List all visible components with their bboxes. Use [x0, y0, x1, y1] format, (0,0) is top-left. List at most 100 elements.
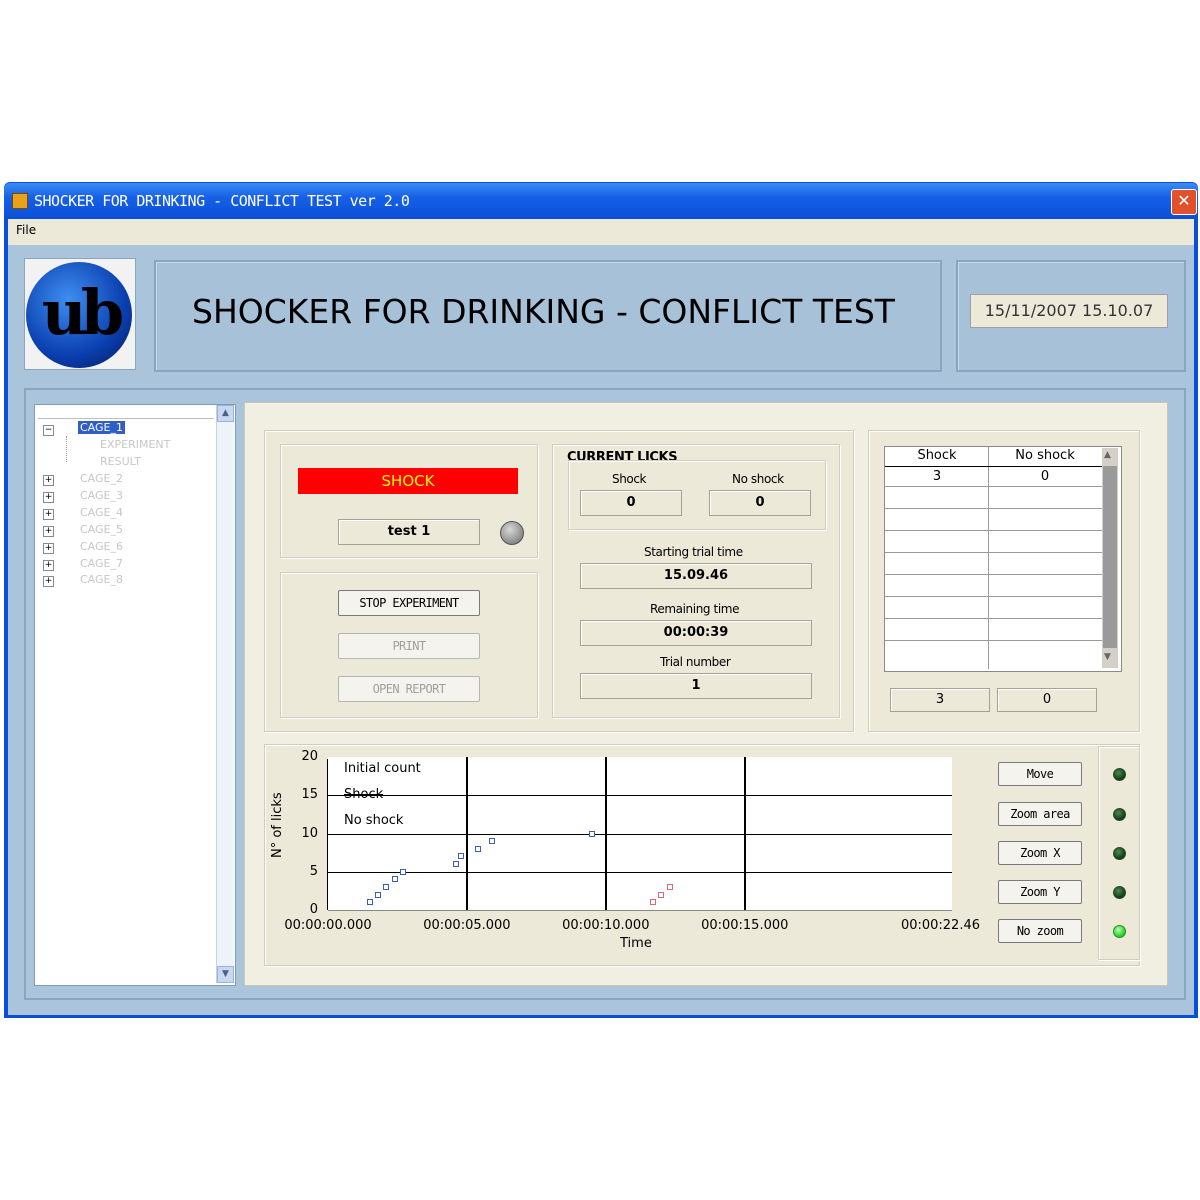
remaining-time-value: 00:00:39 [580, 620, 812, 646]
zoom-y-button[interactable]: Zoom Y [998, 880, 1082, 904]
no-zoom-button[interactable]: No zoom [998, 919, 1082, 943]
data-point [650, 899, 657, 906]
app-icon [12, 193, 28, 209]
expand-icon[interactable]: + [43, 560, 54, 571]
data-point [391, 876, 398, 883]
table-divider [885, 466, 1102, 467]
expand-icon[interactable]: + [43, 509, 54, 520]
x-tick-label: 00:00:05.000 [423, 918, 511, 933]
data-point [666, 884, 673, 891]
table-divider [885, 530, 1102, 531]
licks-shock-value: 0 [580, 490, 682, 516]
legend-initial-count: Initial count [344, 761, 421, 776]
tree-item-cage-2[interactable]: CAGE_2 [80, 472, 123, 485]
page-title: SHOCKER FOR DRINKING - CONFLICT TEST [192, 292, 895, 331]
table-divider [885, 574, 1102, 575]
y-gridline [328, 795, 952, 797]
data-point [383, 884, 390, 891]
x-axis-label: Time [620, 936, 652, 951]
menu-file[interactable]: File [16, 223, 36, 237]
table-divider [885, 508, 1102, 509]
scroll-down-icon[interactable]: ▼ [1104, 652, 1111, 662]
tree-connector [66, 436, 68, 462]
y-axis-line [327, 759, 328, 910]
trial-number-label: Trial number [660, 655, 731, 669]
scroll-down-icon[interactable]: ▼ [217, 966, 234, 983]
no-zoom-led [1113, 925, 1126, 938]
expand-icon[interactable]: + [43, 475, 54, 486]
y-gridline [328, 871, 952, 873]
menu-bar [8, 219, 1194, 245]
licks-shock-label: Shock [612, 472, 647, 486]
legend-shock: Shock [344, 787, 384, 802]
tree-item-experiment[interactable]: EXPERIMENT [100, 438, 170, 451]
data-point [588, 830, 595, 837]
move-led [1113, 768, 1126, 781]
shock-indicator: SHOCK [298, 468, 518, 494]
table-divider [988, 447, 989, 669]
trial-number-value: 1 [580, 673, 812, 699]
tree-item-cage-7[interactable]: CAGE_7 [80, 557, 123, 570]
y-tick-label: 10 [301, 825, 318, 841]
table-divider [885, 552, 1102, 553]
expand-icon[interactable]: + [43, 526, 54, 537]
data-point [366, 899, 373, 906]
data-point [452, 861, 459, 868]
collapse-icon[interactable]: − [43, 425, 54, 436]
stop-experiment-button[interactable]: STOP EXPERIMENT [338, 590, 480, 616]
table-divider [885, 618, 1102, 619]
close-button[interactable]: ✕ [1171, 189, 1197, 215]
tree-item-cage-1[interactable]: CAGE_1 [78, 421, 125, 434]
datetime-display: 15/11/2007 15.10.07 [970, 294, 1168, 328]
expand-icon[interactable]: + [43, 543, 54, 554]
tree-item-cage-8[interactable]: CAGE_8 [80, 573, 123, 586]
tree-item-cage-4[interactable]: CAGE_4 [80, 506, 123, 519]
cage-tree[interactable] [34, 404, 236, 986]
tree-item-cage-5[interactable]: CAGE_5 [80, 523, 123, 536]
table-divider [885, 596, 1102, 597]
table-divider [885, 640, 1102, 641]
print-button[interactable]: PRINT [338, 633, 480, 659]
table-header-shock[interactable]: Shock [886, 448, 988, 463]
tree-scrollbar[interactable]: ▲ ▼ [216, 405, 234, 983]
table-scroll-thumb[interactable] [1103, 466, 1117, 648]
scroll-up-icon[interactable]: ▲ [1104, 450, 1111, 460]
x-tick-label: 00:00:22.46 [900, 918, 980, 933]
scroll-up-icon[interactable]: ▲ [217, 405, 234, 422]
zoom-area-button[interactable]: Zoom area [998, 802, 1082, 826]
tree-item-result[interactable]: RESULT [100, 455, 141, 468]
legend-no-shock: No shock [344, 813, 404, 828]
data-point [658, 891, 665, 898]
tree-header [38, 410, 214, 419]
test-name-field: test 1 [338, 519, 480, 545]
move-button[interactable]: Move [998, 762, 1082, 786]
zoom-y-led [1113, 886, 1126, 899]
status-led [500, 521, 524, 545]
logo-text: ub [41, 276, 124, 349]
open-report-button[interactable]: OPEN REPORT [338, 676, 480, 702]
remaining-time-label: Remaining time [650, 602, 740, 616]
tree-item-cage-3[interactable]: CAGE_3 [80, 489, 123, 502]
zoom-x-button[interactable]: Zoom X [998, 841, 1082, 865]
y-tick-label: 15 [301, 787, 318, 803]
table-cell: 0 [1040, 469, 1050, 484]
y-axis-label: N° of licks [270, 792, 285, 858]
start-time-value: 15.09.46 [580, 563, 812, 589]
y-tick-label: 5 [309, 863, 318, 879]
total-shock: 3 [890, 688, 990, 712]
y-tick-label: 20 [301, 749, 318, 764]
x-tick-label: 00:00:15.000 [701, 918, 789, 933]
expand-icon[interactable]: + [43, 576, 54, 587]
data-point [488, 838, 495, 845]
licks-no-shock-value: 0 [709, 490, 811, 516]
data-point [475, 845, 482, 852]
expand-icon[interactable]: + [43, 492, 54, 503]
table-header-no-shock[interactable]: No shock [990, 448, 1100, 463]
licks-no-shock-label: No shock [732, 472, 784, 486]
zoom-x-led [1113, 847, 1126, 860]
total-no-shock: 0 [997, 688, 1097, 712]
table-cell: 3 [932, 469, 942, 484]
x-tick-label: 00:00:10.000 [562, 918, 650, 933]
x-tick-label: 00:00:00.000 [284, 918, 372, 933]
tree-item-cage-6[interactable]: CAGE_6 [80, 540, 123, 553]
